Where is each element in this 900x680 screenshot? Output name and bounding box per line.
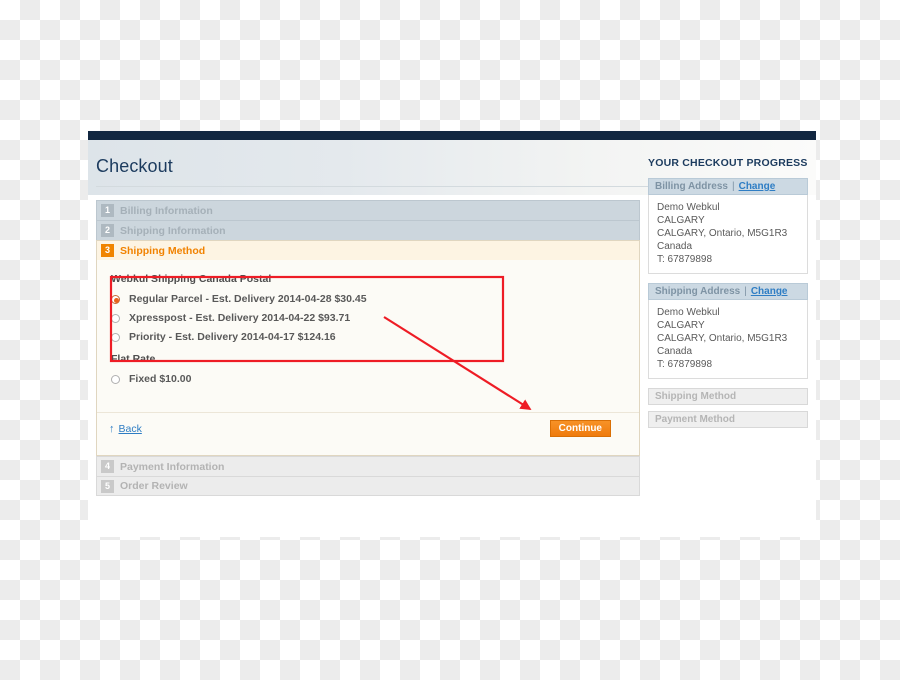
step-number-badge: 5 xyxy=(101,479,114,493)
address-line: CALGARY xyxy=(657,215,705,226)
radio-icon[interactable] xyxy=(111,332,120,342)
progress-block-label: Shipping Address xyxy=(655,286,741,297)
separator: | xyxy=(744,286,747,297)
address-line: CALGARY, Ontario, M5G1R3 xyxy=(657,333,788,344)
progress-block-shipping-method: Shipping Method xyxy=(648,388,808,405)
change-billing-address-link[interactable]: Change xyxy=(739,181,776,192)
step-label: Billing Information xyxy=(120,204,213,217)
step-number-badge: 3 xyxy=(101,244,114,257)
step-number-badge: 1 xyxy=(101,204,114,217)
back-link[interactable]: ↑ Back xyxy=(109,423,142,435)
step-label: Shipping Information xyxy=(120,224,226,237)
panel-footer-divider xyxy=(97,412,639,413)
step-billing-information[interactable]: 1 Billing Information xyxy=(96,200,640,220)
shipping-option-label: Fixed $10.00 xyxy=(129,373,192,385)
top-dark-bar xyxy=(88,131,816,140)
progress-block-header: Shipping Address | Change xyxy=(648,283,808,300)
address-line: Demo Webkul xyxy=(657,307,720,318)
shipping-option-priority[interactable]: Priority - Est. Delivery 2014-04-17 $124… xyxy=(111,330,336,344)
radio-icon[interactable] xyxy=(111,313,120,323)
separator: | xyxy=(731,181,735,192)
step-label: Order Review xyxy=(120,480,188,492)
progress-block-billing-address: Billing Address | Change Demo Webkul CAL… xyxy=(648,178,808,274)
shipping-method-panel: Webkul Shipping Canada Postal Regular Pa… xyxy=(96,260,640,456)
checkout-accordion: 1 Billing Information 2 Shipping Informa… xyxy=(96,200,640,496)
radio-icon[interactable] xyxy=(111,294,120,304)
address-line: CALGARY xyxy=(657,320,705,331)
back-link-label: Back xyxy=(118,423,142,435)
progress-block-body: Demo Webkul CALGARY CALGARY, Ontario, M5… xyxy=(648,300,808,379)
shipping-option-label: Xpresspost - Est. Delivery 2014-04-22 $9… xyxy=(129,312,351,324)
continue-button[interactable]: Continue xyxy=(549,420,611,437)
checkout-progress-sidebar: YOUR CHECKOUT PROGRESS Billing Address |… xyxy=(648,157,808,434)
step-shipping-information[interactable]: 2 Shipping Information xyxy=(96,220,640,240)
checkout-page: Checkout 1 Billing Information 2 Shippin… xyxy=(88,131,816,537)
step-label: Shipping Method xyxy=(120,244,206,257)
step-order-review[interactable]: 5 Order Review xyxy=(96,476,640,496)
address-line: CALGARY, Ontario, M5G1R3 xyxy=(657,228,788,239)
address-line: Demo Webkul xyxy=(657,202,720,213)
shipping-option-fixed[interactable]: Fixed $10.00 xyxy=(111,372,191,386)
step-number-badge: 2 xyxy=(101,224,114,237)
progress-block-payment-method: Payment Method xyxy=(648,411,808,428)
step-shipping-method[interactable]: 3 Shipping Method xyxy=(96,240,640,260)
progress-block-label: Shipping Method xyxy=(655,391,737,402)
arrow-up-icon: ↑ xyxy=(109,422,115,435)
address-line: Canada xyxy=(657,346,693,357)
radio-icon[interactable] xyxy=(111,374,120,384)
shipping-option-label: Regular Parcel - Est. Delivery 2014-04-2… xyxy=(129,293,367,305)
step-number-badge: 4 xyxy=(101,460,114,473)
progress-block-label: Billing Address xyxy=(655,181,728,192)
address-line: Canada xyxy=(657,241,693,252)
address-phone: T: 67879898 xyxy=(657,254,713,265)
progress-block-shipping-address: Shipping Address | Change Demo Webkul CA… xyxy=(648,283,808,379)
page-title: Checkout xyxy=(96,156,173,176)
progress-block-label: Payment Method xyxy=(655,414,736,425)
flat-rate-title: Flat Rate xyxy=(111,353,156,365)
progress-block-header: Billing Address | Change xyxy=(648,178,808,195)
address-phone: T: 67879898 xyxy=(657,359,713,370)
change-shipping-address-link[interactable]: Change xyxy=(751,286,788,297)
shipping-option-xpresspost[interactable]: Xpresspost - Est. Delivery 2014-04-22 $9… xyxy=(111,311,350,325)
step-label: Payment Information xyxy=(120,460,225,473)
step-payment-information[interactable]: 4 Payment Information xyxy=(96,456,640,476)
progress-block-body: Demo Webkul CALGARY CALGARY, Ontario, M5… xyxy=(648,195,808,274)
shipping-option-label: Priority - Est. Delivery 2014-04-17 $124… xyxy=(129,331,336,343)
shipping-carrier-title: Webkul Shipping Canada Postal xyxy=(111,273,272,285)
shipping-option-regular-parcel[interactable]: Regular Parcel - Est. Delivery 2014-04-2… xyxy=(111,292,367,306)
progress-heading: YOUR CHECKOUT PROGRESS xyxy=(648,157,808,169)
